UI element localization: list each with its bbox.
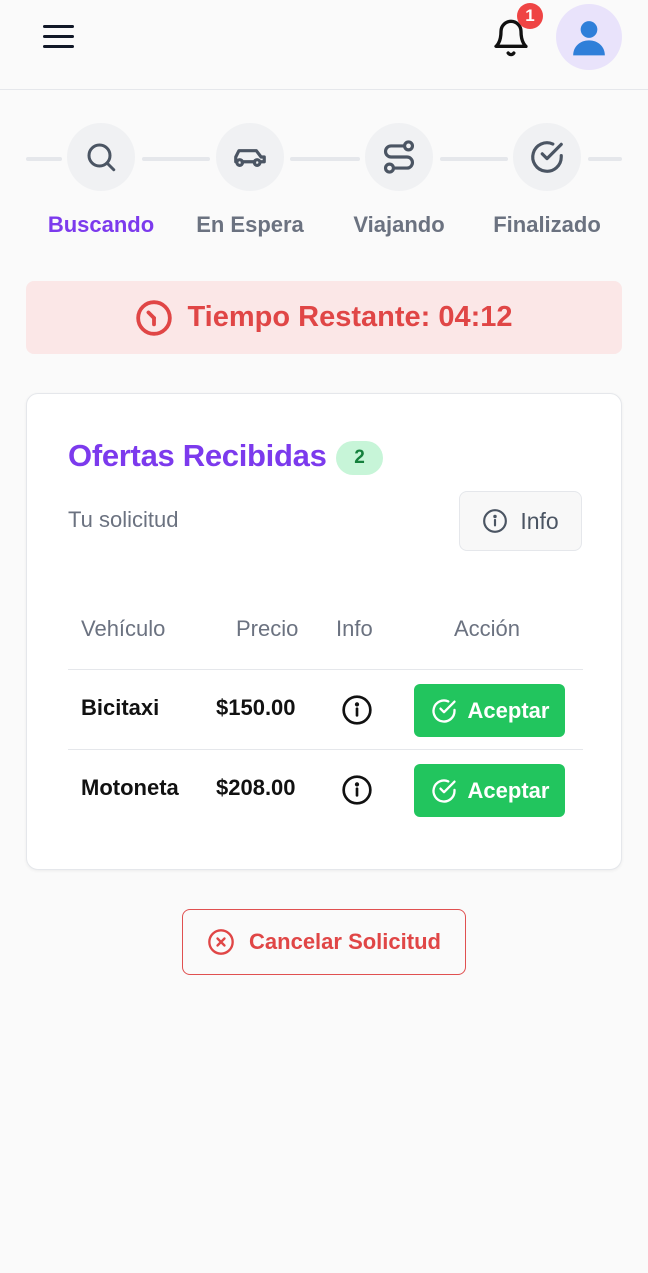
progress-stepper: Buscando En Espera Viajando Finalizado (0, 120, 648, 250)
vehicle-name: Bicitaxi (81, 695, 160, 720)
info-icon (342, 775, 372, 805)
column-header-price: Precio (236, 616, 299, 641)
menu-icon[interactable] (40, 22, 80, 52)
info-icon (342, 695, 372, 725)
time-remaining-text: Tiempo Restante: 04:12 (187, 301, 513, 333)
offers-card: Ofertas Recibidas 2 Tu solicitud Info Ve… (26, 393, 622, 870)
row-info-button[interactable] (341, 774, 373, 806)
row-info-button[interactable] (341, 694, 373, 726)
user-icon (573, 21, 605, 56)
accept-offer-button[interactable]: Aceptar (414, 764, 565, 817)
check-circle-icon (431, 778, 456, 803)
time-remaining-banner: Tiempo Restante: 04:12 (26, 281, 622, 354)
vehicle-name: Motoneta (81, 775, 179, 800)
page: 1 Buscando En Espera Viajando Finalizado… (0, 0, 648, 1273)
car-icon (234, 149, 266, 167)
info-button-label: Info (520, 507, 559, 534)
route-icon (383, 140, 415, 174)
check-circle-icon (431, 698, 456, 723)
offer-price: $208.00 (216, 775, 296, 800)
step-label: Finalizado (493, 212, 601, 237)
step-label: En Espera (196, 212, 304, 237)
column-header-info: Info (336, 616, 373, 641)
top-bar: 1 (0, 0, 648, 90)
cancel-label: Cancelar Solicitud (249, 929, 441, 954)
avatar[interactable] (556, 4, 622, 70)
info-button[interactable]: Info (459, 491, 582, 551)
timer-icon (136, 299, 173, 336)
accept-offer-button[interactable]: Aceptar (414, 684, 565, 737)
cancel-request-button[interactable]: Cancelar Solicitud (182, 909, 466, 975)
request-subtitle: Tu solicitud (68, 507, 179, 532)
offers-title: Ofertas Recibidas (68, 438, 327, 473)
close-circle-icon (208, 929, 234, 955)
info-icon (483, 509, 508, 533)
check-circle-icon (531, 141, 563, 173)
column-header-action: Acción (454, 616, 521, 641)
step-label: Buscando (47, 212, 155, 237)
search-icon (87, 143, 116, 172)
offers-count-badge: 2 (336, 441, 383, 475)
step-label: Viajando (353, 212, 445, 237)
table-row: Motoneta $208.00 Aceptar (68, 749, 583, 829)
accept-label: Aceptar (467, 697, 550, 723)
accept-label: Aceptar (467, 777, 550, 803)
table-row: Bicitaxi $150.00 Aceptar (68, 669, 583, 749)
column-header-vehicle: Vehículo (81, 616, 166, 641)
offer-price: $150.00 (216, 695, 296, 720)
notification-badge: 1 (517, 3, 543, 29)
